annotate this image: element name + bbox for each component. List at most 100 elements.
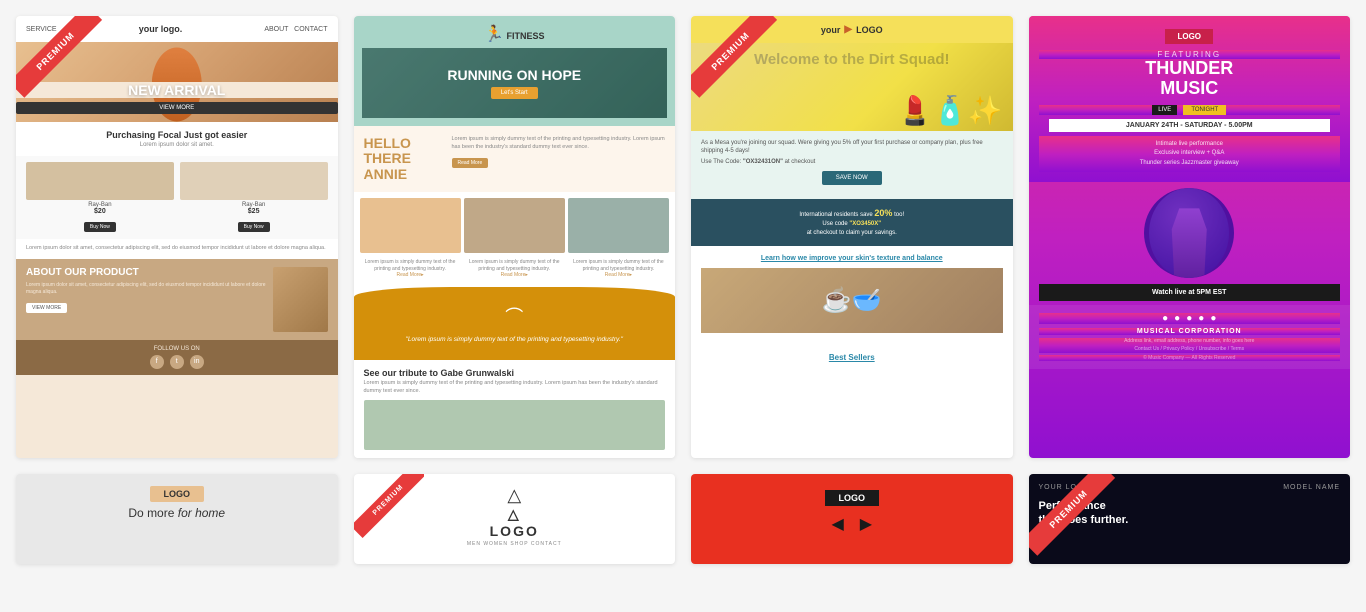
event-details: Intimate live performance Exclusive inte…: [1039, 136, 1341, 173]
intl-section: International residents save 20% too! Us…: [691, 199, 1013, 247]
date-bar: JANUARY 24TH - SATURDAY - 5.00PM: [1049, 119, 1331, 132]
nav-links: ABOUT CONTACT: [264, 26, 327, 33]
tagline-title: Purchasing Focal Just got easier: [26, 130, 328, 140]
fitness-cta-btn[interactable]: Let's Start: [491, 87, 538, 99]
template-card-fitness2-partial[interactable]: PREMIUM △ △ LOGO MEN WOMEN SHOP CONTACT: [354, 474, 676, 564]
template-card-home-partial[interactable]: LOGO Do more for home: [16, 474, 338, 564]
intro-right-block: Lorem ipsum is simply dummy text of the …: [452, 136, 666, 182]
about-image: [273, 267, 328, 332]
facebook-icon[interactable]: f: [150, 355, 164, 369]
wave-section: ⌒ "Lorem ipsum is simply dummy text of t…: [354, 287, 676, 361]
product-btn-2[interactable]: Buy Now: [238, 222, 270, 232]
intro-greeting: HELLO THERE ANNIE: [364, 136, 444, 182]
beauty-logo: your▶LOGO: [699, 24, 1005, 35]
music-logo: LOGO: [1165, 29, 1213, 44]
social-links: ● ● ● ● ●: [1039, 313, 1341, 324]
intro-body: Lorem ipsum is simply dummy text of the …: [452, 136, 666, 151]
template-card-fitness[interactable]: 🏃 FITNESS RUNNING ON HOPE Let's Start HE…: [354, 16, 676, 458]
about-btn[interactable]: VIEW MORE: [26, 303, 67, 313]
right-arrow-icon: ▶: [860, 514, 872, 534]
product-item-2[interactable]: Ray-Ban $25 Buy Now: [180, 162, 328, 233]
skin-image: ☕🥣: [701, 268, 1003, 333]
hero-cta-btn[interactable]: VIEW MORE: [16, 102, 338, 114]
save-now-btn[interactable]: SAVE NOW: [822, 171, 882, 185]
skin-link[interactable]: Learn how we improve your skin's texture…: [701, 254, 1003, 264]
detail-1: Intimate live performance: [1049, 140, 1331, 150]
gallery-item-3: [568, 198, 669, 253]
footer: FOLLOW US ON f t in: [16, 340, 338, 375]
wave-quote: "Lorem ipsum is simply dummy text of the…: [364, 335, 666, 345]
red-content: LOGO ◀ ▶: [691, 474, 1013, 540]
watch-btn[interactable]: Watch live at 5PM EST: [1039, 284, 1341, 301]
red-arrows: ◀ ▶: [697, 514, 1007, 534]
product-item-1[interactable]: Ray-Ban $20 Buy Now: [26, 162, 174, 233]
tribute-section: See our tribute to Gabe Grunwalski Lorem…: [354, 360, 676, 457]
gallery-caption-2: Lorem ipsum is simply dummy text of the …: [464, 259, 565, 279]
footer-links: Address link, email address, phone numbe…: [1039, 338, 1341, 353]
beauty-top: your▶LOGO: [691, 16, 1013, 43]
tech-logo: YOUR LOGO: [1039, 484, 1090, 491]
nav-logo: your logo.: [139, 24, 183, 34]
home-tagline: Do more for home: [26, 506, 328, 520]
home-logo: LOGO: [150, 486, 205, 502]
youtube-icon[interactable]: ●: [1210, 313, 1216, 324]
tribute-image: [364, 400, 666, 450]
gallery-caption-1: Lorem ipsum is simply dummy text of the …: [360, 259, 461, 279]
about-section: ABOUT OUR PRODUCT Lorem ipsum dolor sit …: [16, 259, 338, 340]
product-image-2: [180, 162, 328, 200]
instagram-icon[interactable]: ●: [1198, 313, 1204, 324]
corp-name: MUSICAL CORPORATION: [1039, 328, 1341, 335]
social-icons: f t in: [26, 355, 328, 369]
product-price-2: $25: [180, 208, 328, 215]
hero-title: NEW ARRIVAL: [16, 82, 338, 98]
detail-3: Thunder series Jazzmaster giveaway: [1049, 159, 1331, 169]
best-sellers-section: Best Sellers: [691, 341, 1013, 371]
product-btn-1[interactable]: Buy Now: [84, 222, 116, 232]
about-body: Lorem ipsum dolor sit amet, consectetur …: [26, 282, 267, 296]
copyright: © Music Company — All Rights Reserved: [1039, 355, 1341, 361]
intro-btn[interactable]: Read More: [452, 158, 489, 168]
template-card-music[interactable]: LOGO FEATURING THUNDER MUSIC LIVE TONIGH…: [1029, 16, 1351, 458]
fitness-hero-title: RUNNING ON HOPE: [447, 67, 581, 84]
instagram-icon[interactable]: in: [190, 355, 204, 369]
fitness-logo: 🏃 FITNESS: [484, 24, 544, 44]
fitness-top-bar: 🏃 FITNESS RUNNING ON HOPE Let's Start: [354, 16, 676, 126]
beauty-products-bg: Welcome to the Dirt Squad! 💄🧴✨: [691, 43, 1013, 131]
template-card-tech-partial[interactable]: PREMIUM YOUR LOGO MODEL NAME Performance…: [1029, 474, 1351, 564]
product-price-1: $20: [26, 208, 174, 215]
fitness2-nav: MEN WOMEN SHOP CONTACT: [467, 541, 562, 547]
tech-content: YOUR LOGO MODEL NAME Performance that go…: [1029, 474, 1351, 538]
twitter-icon[interactable]: t: [170, 355, 184, 369]
template-card-beauty[interactable]: PREMIUM your▶LOGO Welcome to the Dirt Sq…: [691, 16, 1013, 458]
music-title: THUNDER MUSIC: [1039, 59, 1341, 99]
hero-image: NEW ARRIVAL VIEW MORE: [16, 42, 338, 122]
template-card-fashion[interactable]: PREMIUM SERVICE your logo. ABOUT CONTACT…: [16, 16, 338, 458]
gallery-item-1: [360, 198, 461, 253]
fitness-hero-image: RUNNING ON HOPE Let's Start: [362, 48, 668, 118]
twitter-icon[interactable]: ●: [1174, 313, 1180, 324]
red-logo: LOGO: [825, 490, 880, 506]
facebook-icon[interactable]: ●: [1162, 313, 1168, 324]
music-header: LOGO FEATURING THUNDER MUSIC LIVE TONIGH…: [1029, 16, 1351, 182]
template-card-red-partial[interactable]: LOGO ◀ ▶: [691, 474, 1013, 564]
about-title: ABOUT OUR PRODUCT: [26, 267, 267, 279]
about-text-block: ABOUT OUR PRODUCT Lorem ipsum dolor sit …: [26, 267, 267, 314]
tech-model: MODEL NAME: [1283, 484, 1340, 491]
promo-section: As a Mesa you're joining our squad. Were…: [691, 131, 1013, 199]
linkedin-icon[interactable]: ●: [1186, 313, 1192, 324]
product-image-1: [26, 162, 174, 200]
music-footer: ● ● ● ● ● MUSICAL CORPORATION Address li…: [1029, 305, 1351, 369]
products-grid: Ray-Ban $20 Buy Now Ray-Ban $25 Buy Now: [16, 156, 338, 239]
tech-header: YOUR LOGO MODEL NAME: [1039, 484, 1341, 491]
tech-title: Performance that goes further.: [1039, 499, 1341, 528]
home-logo-section: LOGO Do more for home: [16, 474, 338, 530]
gallery-item-2: [464, 198, 565, 253]
tagline-subtitle: Lorem ipsum dolor sit amet.: [26, 142, 328, 148]
skin-section: Learn how we improve your skin's texture…: [691, 246, 1013, 341]
detail-2: Exclusive interview + Q&A: [1049, 149, 1331, 159]
tagline-section: Purchasing Focal Just got easier Lorem i…: [16, 122, 338, 156]
best-sellers-link[interactable]: Best Sellers: [829, 353, 875, 362]
tribute-body: Lorem ipsum is simply dummy text of the …: [364, 380, 666, 395]
tonight-tag: TONIGHT: [1183, 105, 1226, 115]
left-arrow-icon: ◀: [831, 514, 843, 534]
